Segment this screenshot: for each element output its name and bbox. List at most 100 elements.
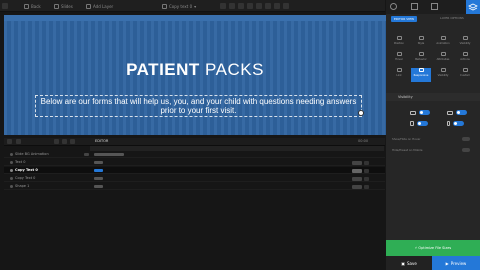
timeline-folder-icon[interactable] xyxy=(16,139,21,144)
visibility-icon[interactable] xyxy=(10,177,13,180)
layer-options-tab[interactable]: LAYER OPTIONS xyxy=(440,16,464,20)
row-end[interactable] xyxy=(364,168,369,173)
add-layer-icon xyxy=(86,3,91,9)
canvas-top-band xyxy=(4,15,386,21)
layer-icon xyxy=(162,3,167,9)
attributes-icon xyxy=(440,52,446,56)
tablet-icon xyxy=(410,121,414,126)
rotate-handle-icon[interactable] xyxy=(358,110,364,116)
add-layer-button[interactable]: Add Layer xyxy=(86,3,113,9)
option-switch[interactable] xyxy=(462,137,470,141)
grid-icon[interactable] xyxy=(238,3,244,9)
timeline-row-selected[interactable]: Copy Text 0 xyxy=(4,167,385,174)
hero-title[interactable]: PATIENT PACKS xyxy=(4,60,386,80)
optimize-file-sizes-button[interactable]: ⚡ Optimize File Sizes xyxy=(386,240,480,256)
chevron-down-icon: ▾ xyxy=(194,3,197,9)
timeline-play-icon[interactable] xyxy=(54,139,59,144)
desktop-toggle[interactable] xyxy=(419,110,430,115)
row-timing[interactable] xyxy=(352,160,362,165)
editor-view-tab[interactable]: EDITOR VIEW xyxy=(391,16,417,22)
desktop-visibility[interactable] xyxy=(410,110,430,115)
timeline-row[interactable]: Copy Text 0 xyxy=(4,175,385,182)
option-attributes[interactable]: Attributes xyxy=(433,52,453,66)
visibility-icon[interactable] xyxy=(10,161,13,164)
option-animation[interactable]: Animation xyxy=(433,36,453,50)
layers-stack-icon xyxy=(468,3,478,11)
redo-icon[interactable] xyxy=(229,3,235,9)
mobile-icon xyxy=(447,121,450,126)
animation-icon xyxy=(440,36,446,40)
timeline-zoom-icon[interactable] xyxy=(70,139,75,144)
option-visibility-2[interactable]: Visibility xyxy=(433,68,453,82)
option-style[interactable]: Style xyxy=(411,36,431,50)
desktop-icon[interactable] xyxy=(265,3,271,9)
mobile-toggle[interactable] xyxy=(453,121,464,126)
row-tag xyxy=(94,169,103,172)
mobile-icon[interactable] xyxy=(283,3,289,9)
row-timing[interactable] xyxy=(352,176,362,181)
preview-button[interactable]: ▶ Preview xyxy=(432,256,480,270)
option-responsive[interactable]: Responsive xyxy=(411,68,431,82)
custom-icon xyxy=(462,68,468,72)
timeline-bar[interactable] xyxy=(94,153,124,156)
hero-subtitle[interactable]: Below are our forms that will help us, y… xyxy=(35,95,362,117)
style-icon xyxy=(418,36,424,40)
mobile-visibility[interactable] xyxy=(447,121,464,126)
responsive-icon xyxy=(418,68,424,72)
option-link[interactable]: Link xyxy=(389,68,409,82)
preview-icon: ▶ xyxy=(445,260,449,266)
option-hover[interactable]: Hover xyxy=(389,52,409,66)
layer-icon[interactable] xyxy=(431,3,438,10)
row-timing[interactable] xyxy=(352,184,362,189)
timeline-layers-icon[interactable] xyxy=(7,139,12,144)
tablet-toggle[interactable] xyxy=(417,121,428,126)
row-end[interactable] xyxy=(364,184,369,189)
save-icon: ▣ xyxy=(401,260,405,266)
link-icon xyxy=(396,68,402,72)
align-icon[interactable] xyxy=(247,3,253,9)
option-switch[interactable] xyxy=(462,148,470,152)
option-row[interactable]: Hide/Preset on Mobile xyxy=(392,148,474,152)
tablet-icon[interactable] xyxy=(274,3,280,9)
save-button[interactable]: ▣ Save xyxy=(386,256,432,270)
row-end[interactable] xyxy=(364,176,369,181)
undo-icon[interactable] xyxy=(220,3,226,9)
desktop-icon xyxy=(410,110,416,115)
row-timing[interactable] xyxy=(352,168,362,173)
visibility-icon[interactable] xyxy=(10,185,13,188)
row-end[interactable] xyxy=(364,160,369,165)
layers-tab-active[interactable] xyxy=(466,0,480,14)
visibility-icon[interactable] xyxy=(10,153,13,156)
option-position[interactable]: Position xyxy=(389,36,409,50)
timeline-toolbar xyxy=(4,138,385,146)
lock-icon[interactable] xyxy=(256,3,262,9)
visibility-icon[interactable] xyxy=(10,169,13,172)
notebook-visibility[interactable] xyxy=(447,110,467,115)
option-custom[interactable]: Custom xyxy=(455,68,475,82)
menu-icon[interactable] xyxy=(2,3,8,9)
tablet-visibility[interactable] xyxy=(410,121,428,126)
settings-icon[interactable] xyxy=(390,3,397,10)
timeline-row[interactable]: Shape 1 xyxy=(4,183,385,190)
eye-icon xyxy=(440,68,446,72)
slide-options-icon[interactable] xyxy=(411,3,418,10)
slides-button[interactable]: Slides xyxy=(54,3,73,9)
slide-canvas[interactable]: PATIENT PACKS Below are our forms that w… xyxy=(4,15,386,135)
row-tag xyxy=(94,185,103,188)
top-toolbar: Back Slides Add Layer Copy text 0 ▾ xyxy=(0,0,385,12)
back-icon xyxy=(24,3,29,9)
hover-icon xyxy=(396,52,402,56)
option-row[interactable]: Show/Hide on Hover xyxy=(392,137,474,141)
option-actions[interactable]: Actions xyxy=(455,52,475,66)
notebook-toggle[interactable] xyxy=(456,110,467,115)
timeline-stop-icon[interactable] xyxy=(62,139,67,144)
row-tag xyxy=(84,153,89,156)
timeline-row[interactable]: Slide BG Animation xyxy=(4,151,385,158)
option-behavior[interactable]: Behavior xyxy=(411,52,431,66)
actions-icon xyxy=(462,52,468,56)
back-button[interactable]: Back xyxy=(24,3,41,9)
layer-select[interactable]: Copy text 0 ▾ xyxy=(162,3,196,9)
panel-bottom-bar: ▣ Save ▶ Preview xyxy=(386,256,480,270)
option-visibility[interactable]: Visibility xyxy=(455,36,475,50)
timeline-row[interactable]: Text 0 xyxy=(4,159,385,166)
